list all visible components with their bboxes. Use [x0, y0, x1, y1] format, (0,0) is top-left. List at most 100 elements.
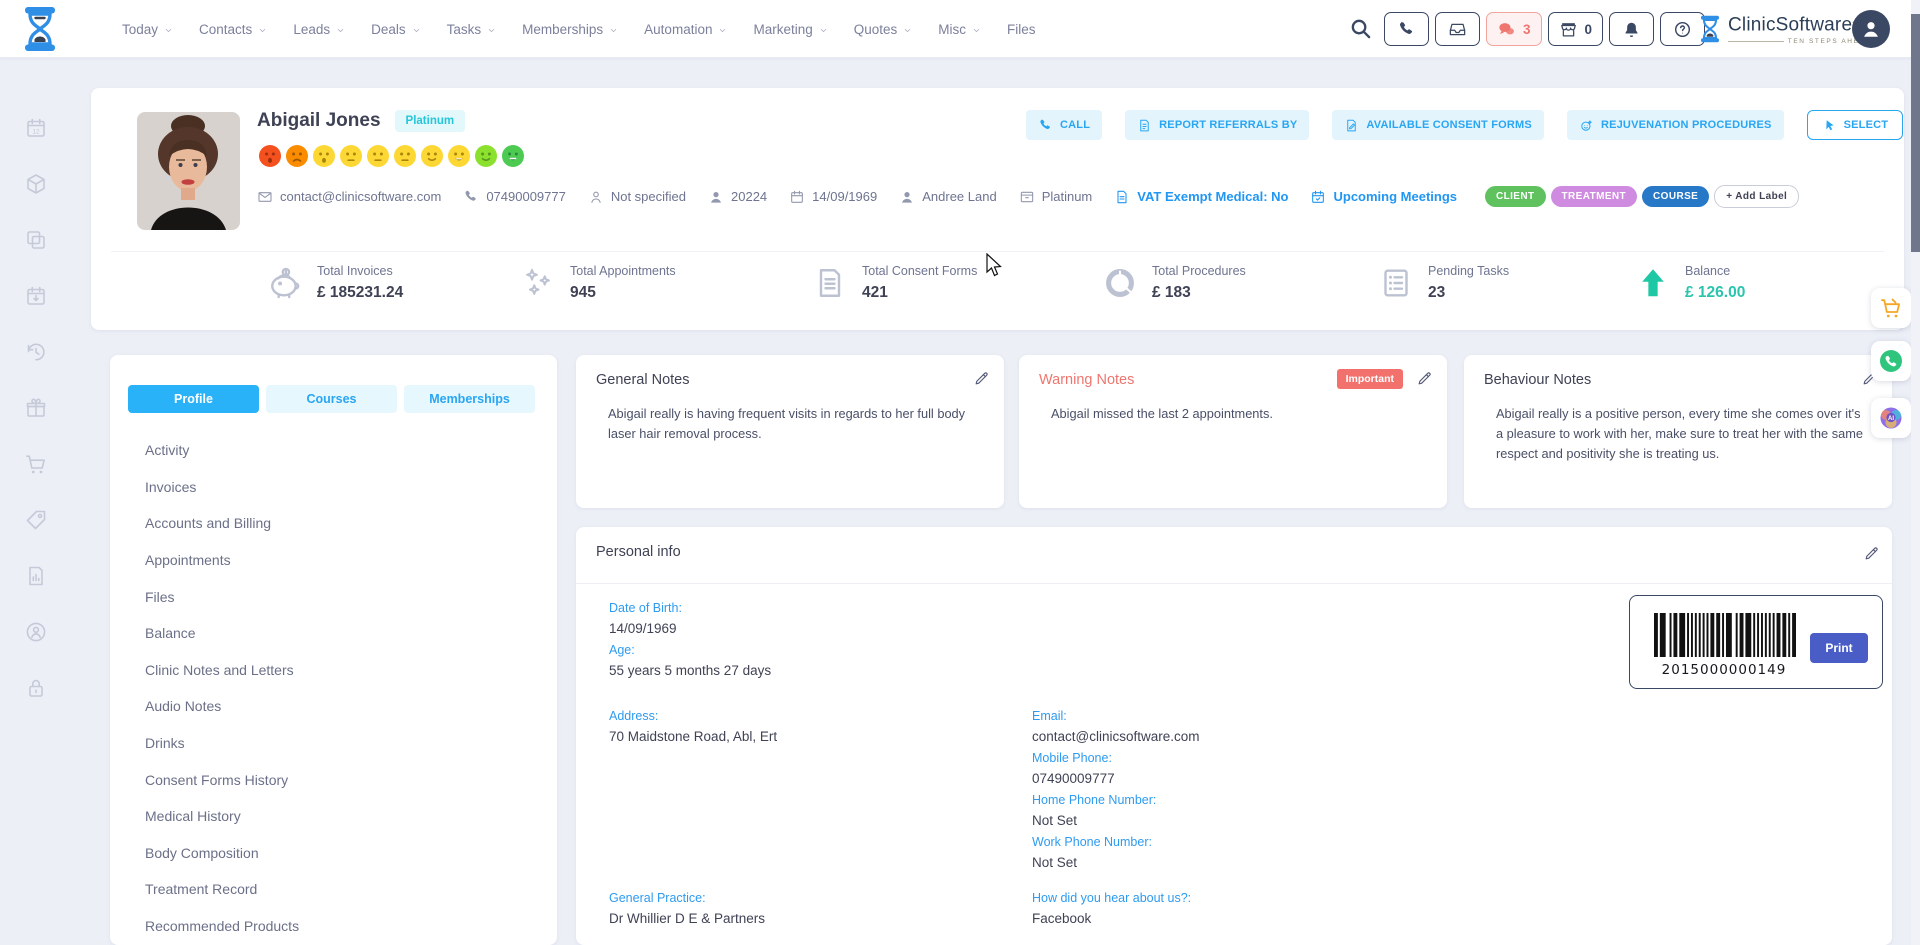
sidebar-item-drinks[interactable]: Drinks	[145, 725, 299, 762]
package-icon[interactable]	[24, 172, 48, 196]
nav-item-quotes[interactable]: Quotes	[854, 22, 914, 37]
inbox-button[interactable]	[1435, 12, 1480, 46]
edit-pencil-icon[interactable]	[1863, 545, 1880, 562]
scrollbar-thumb[interactable]	[1911, 14, 1920, 252]
sidebar-item-treatment-record[interactable]: Treatment Record	[145, 871, 299, 908]
contact-item-vat-exempt-medical-no[interactable]: VAT Exempt Medical: No	[1114, 189, 1288, 205]
nav-item-contacts[interactable]: Contacts	[199, 22, 268, 37]
nav-item-leads[interactable]: Leads	[293, 22, 346, 37]
mood-emoji-10-icon[interactable]	[501, 144, 525, 168]
price-tag-icon[interactable]	[24, 508, 48, 532]
mood-emoji-2-icon[interactable]	[285, 144, 309, 168]
contact-item-upcoming-meetings[interactable]: Upcoming Meetings	[1310, 189, 1457, 205]
phone-button[interactable]	[1384, 12, 1429, 46]
gift-icon[interactable]	[24, 396, 48, 420]
mood-emoji-1-icon[interactable]	[258, 144, 282, 168]
mood-emoji-5-icon[interactable]	[366, 144, 390, 168]
app-logo-hourglass-icon[interactable]	[20, 6, 60, 52]
report-chart-icon[interactable]	[24, 564, 48, 588]
nav-item-files[interactable]: Files	[1007, 22, 1036, 37]
brand-name: ClinicSoftware.com	[1728, 10, 1872, 36]
store-icon	[1559, 20, 1578, 39]
stat-value: 945	[570, 284, 676, 302]
cart-icon[interactable]	[24, 452, 48, 476]
available-consent-forms-button[interactable]: AVAILABLE CONSENT FORMS	[1332, 110, 1544, 140]
address-field: Address:70 Maidstone Road, Abl, Ert	[609, 709, 777, 751]
label-pill-treatment[interactable]: TREATMENT	[1551, 186, 1638, 207]
client-name: Abigail Jones	[257, 110, 381, 132]
mood-emoji-8-icon[interactable]	[447, 144, 471, 168]
sidebar-item-invoices[interactable]: Invoices	[145, 469, 299, 506]
tab-profile[interactable]: Profile	[128, 385, 259, 413]
user-avatar[interactable]	[1852, 10, 1890, 48]
stat-value: £ 185231.24	[317, 284, 403, 302]
brand-tagline: TEN STEPS AHEAD	[1728, 38, 1872, 45]
mood-emoji-3-icon[interactable]	[312, 144, 336, 168]
stat-value: 23	[1428, 284, 1509, 302]
divider	[576, 583, 1892, 584]
sidebar-item-clinic-notes-and-letters[interactable]: Clinic Notes and Letters	[145, 652, 299, 689]
sidebar-item-balance[interactable]: Balance	[145, 615, 299, 652]
nav-item-deals[interactable]: Deals	[371, 22, 422, 37]
mood-emoji-7-icon[interactable]	[420, 144, 444, 168]
sidebar-item-files[interactable]: Files	[145, 578, 299, 615]
nav-item-tasks[interactable]: Tasks	[447, 22, 498, 37]
sidebar-item-medical-history[interactable]: Medical History	[145, 798, 299, 835]
tab-courses[interactable]: Courses	[266, 385, 397, 413]
svg-text:AI: AI	[1888, 416, 1894, 422]
select-button[interactable]: SELECT	[1807, 110, 1904, 140]
floating-cart-button[interactable]	[1871, 288, 1911, 328]
stat-label: Total Appointments	[570, 264, 676, 278]
sidebar-item-consent-forms-history[interactable]: Consent Forms History	[145, 761, 299, 798]
ai-icon: AI	[1879, 406, 1903, 430]
client-photo[interactable]	[137, 112, 240, 230]
add-label-button[interactable]: + Add Label	[1714, 185, 1799, 208]
phone-solid-icon	[1038, 118, 1053, 133]
search-icon[interactable]	[1349, 17, 1372, 40]
sidebar-item-body-composition[interactable]: Body Composition	[145, 835, 299, 872]
copy-icon[interactable]	[24, 228, 48, 252]
nav-item-misc[interactable]: Misc	[938, 22, 982, 37]
history-icon[interactable]	[24, 340, 48, 364]
contact-item-14-09-1969: 14/09/1969	[789, 189, 877, 205]
dob-age-fields: Date of Birth:14/09/1969Age:55 years 5 m…	[609, 601, 771, 685]
nav-item-today[interactable]: Today	[122, 22, 174, 37]
account-sync-icon[interactable]	[24, 620, 48, 644]
mood-scale	[258, 144, 525, 168]
label-pill-course[interactable]: COURSE	[1642, 186, 1709, 207]
pen-doc-icon	[1344, 118, 1359, 133]
notifications-button[interactable]	[1609, 12, 1654, 46]
nav-item-memberships[interactable]: Memberships	[522, 22, 619, 37]
report-referrals-by-button[interactable]: REPORT REFERRALS BY	[1125, 110, 1309, 140]
field-value-referral: Facebook	[1032, 910, 1191, 927]
label-pill-client[interactable]: CLIENT	[1485, 186, 1546, 207]
sidebar-item-accounts-and-billing[interactable]: Accounts and Billing	[145, 505, 299, 542]
mood-emoji-6-icon[interactable]	[393, 144, 417, 168]
chat-button[interactable]: 3	[1486, 12, 1542, 46]
sidebar-item-activity[interactable]: Activity	[145, 432, 299, 469]
left-icon-rail: 12	[24, 116, 48, 700]
floating-ai-assistant-button[interactable]: AI	[1871, 398, 1911, 438]
print-barcode-button[interactable]: Print	[1810, 633, 1868, 663]
edit-pencil-icon[interactable]	[973, 370, 990, 387]
edit-pencil-icon[interactable]	[1416, 370, 1433, 387]
nav-item-marketing[interactable]: Marketing	[753, 22, 828, 37]
floating-call-button[interactable]	[1871, 341, 1911, 381]
mood-emoji-4-icon[interactable]	[339, 144, 363, 168]
sidebar-item-audio-notes[interactable]: Audio Notes	[145, 688, 299, 725]
field-label-work: Work Phone Number:	[1032, 835, 1200, 850]
call-button[interactable]: CALL	[1026, 110, 1102, 140]
tab-memberships[interactable]: Memberships	[404, 385, 535, 413]
rejuvenation-procedures-button[interactable]: REJUVENATION PROCEDURES	[1567, 110, 1784, 140]
sidebar-item-appointments[interactable]: Appointments	[145, 542, 299, 579]
sidebar-item-recommended-products[interactable]: Recommended Products	[145, 908, 299, 945]
brand-logo[interactable]: ClinicSoftware.com TEN STEPS AHEAD	[1698, 10, 1872, 46]
mood-emoji-9-icon[interactable]	[474, 144, 498, 168]
calendar-import-icon[interactable]	[24, 284, 48, 308]
nav-item-automation[interactable]: Automation	[644, 22, 728, 37]
person-icon	[1860, 18, 1882, 40]
store-button[interactable]: 0	[1548, 12, 1604, 46]
calendar-date-icon[interactable]: 12	[24, 116, 48, 140]
lock-icon[interactable]	[24, 676, 48, 700]
barcode-number: 2015000000149	[1644, 662, 1804, 678]
